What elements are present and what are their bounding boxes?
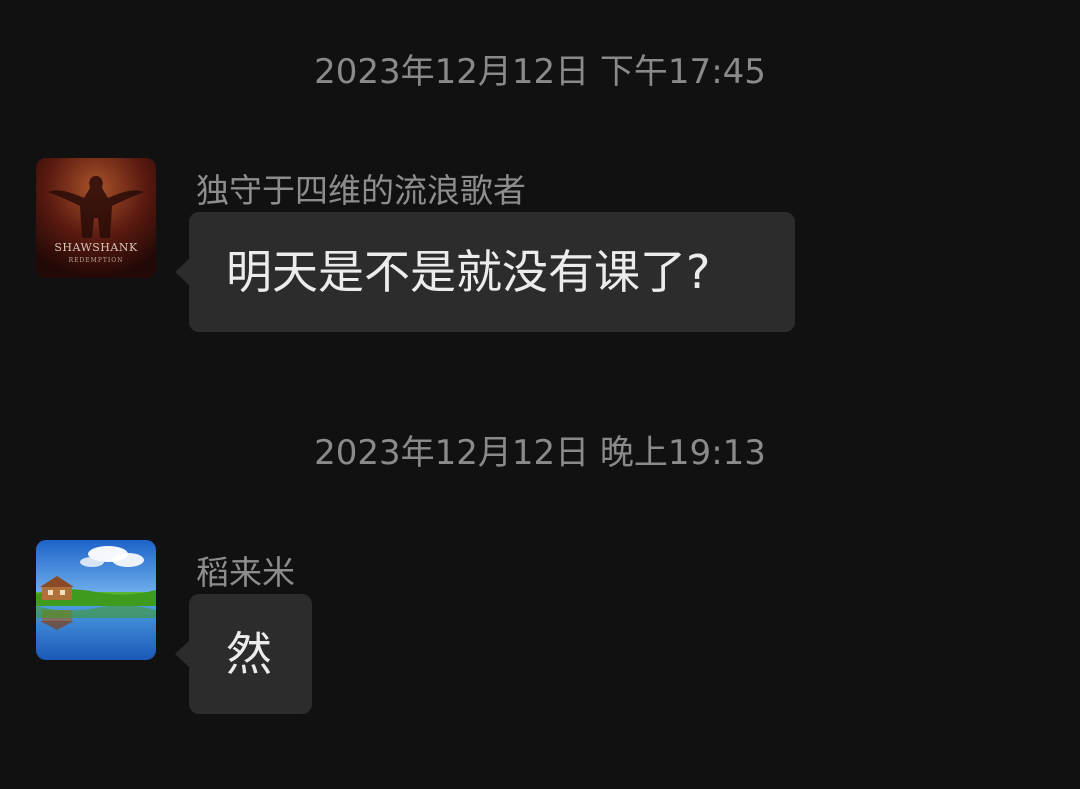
sender-avatar[interactable]: SHAWSHANK REDEMPTION bbox=[36, 158, 156, 278]
sender-name: 稻来米 bbox=[196, 553, 295, 592]
timestamp-2: 2023年12月12日 晚上19:13 bbox=[314, 433, 766, 473]
message-text: 然 bbox=[226, 627, 272, 681]
message-bubble[interactable]: 然 bbox=[175, 594, 312, 714]
timestamp-1: 2023年12月12日 下午17:45 bbox=[314, 52, 766, 92]
sender-avatar[interactable] bbox=[36, 540, 156, 660]
message-text: 明天是不是就没有课了? bbox=[226, 245, 711, 299]
message-bubble[interactable]: 明天是不是就没有课了? bbox=[175, 212, 795, 332]
landscape-house-avatar bbox=[36, 540, 156, 660]
poster-subtitle: REDEMPTION bbox=[69, 257, 124, 264]
shawshank-poster-avatar: SHAWSHANK REDEMPTION bbox=[36, 158, 156, 278]
sender-name: 独守于四维的流浪歌者 bbox=[196, 171, 526, 210]
poster-title: SHAWSHANK bbox=[54, 241, 138, 254]
